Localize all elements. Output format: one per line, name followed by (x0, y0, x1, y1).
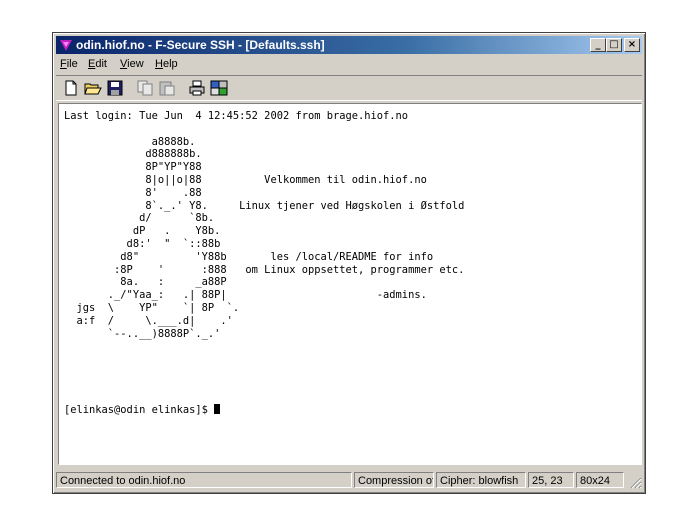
copy-icon (137, 80, 153, 96)
menu-bar: File Edit View Help (56, 55, 642, 73)
new-button[interactable] (62, 79, 80, 97)
terminal-line: d/ `8b. (64, 212, 215, 225)
open-button[interactable] (84, 79, 102, 97)
terminal-line: 8|o||o|88 Velkommen til odin.hiof.no (64, 173, 427, 186)
maximize-icon: □ (609, 39, 619, 50)
paste-icon (159, 81, 175, 96)
terminal-line: 8a. : _a88P (64, 276, 227, 289)
terminal-line: dP . Y8b. (64, 225, 221, 238)
fsecure-app-icon[interactable] (59, 38, 73, 52)
menu-edit[interactable]: Edit (88, 55, 107, 73)
close-button[interactable]: × (624, 38, 640, 52)
new-icon (65, 80, 77, 96)
terminal-line: a:f / \.___.d| .' (64, 314, 233, 327)
paste-button[interactable] (158, 79, 176, 97)
terminal-line: d8:' " `::88b (64, 237, 221, 250)
title-bar[interactable]: odin.hiof.no - F-Secure SSH - [Defaults.… (56, 36, 642, 54)
shell-prompt: [elinkas@odin elinkas]$ (64, 404, 215, 417)
prompt-line[interactable]: [elinkas@odin elinkas]$ (64, 404, 464, 417)
ssh-window: odin.hiof.no - F-Secure SSH - [Defaults.… (52, 32, 646, 494)
terminal-line: Last login: Tue Jun 4 12:45:52 2002 from… (64, 110, 409, 122)
toolbar (56, 75, 642, 101)
minimize-icon: _ (595, 39, 601, 50)
terminal-line: jgs \ YP" `| 8P `. (64, 301, 240, 314)
terminal-line: 8`._.' Y8. Linux tjener ved Høgskolen i … (64, 199, 465, 212)
save-icon (107, 80, 123, 96)
print-button[interactable] (188, 79, 206, 97)
status-cursor-position: 25, 23 (528, 472, 574, 488)
settings-icon (210, 80, 228, 96)
terminal-line: d8" 'Y88b les /local/README for info (64, 250, 434, 263)
status-cipher: Cipher: blowfish (436, 472, 526, 488)
close-icon: × (627, 39, 637, 50)
print-icon (189, 80, 205, 96)
terminal-line: `--..__)8888P`._.' (64, 327, 221, 340)
menu-file[interactable]: File (60, 55, 78, 73)
status-bar: Connected to odin.hiof.no Compression of… (56, 471, 642, 489)
status-compression: Compression off (354, 472, 434, 488)
copy-button[interactable] (136, 79, 154, 97)
window-title: odin.hiof.no - F-Secure SSH - [Defaults.… (76, 38, 325, 52)
menu-view[interactable]: View (120, 55, 144, 73)
menu-help[interactable]: Help (155, 55, 178, 73)
terminal-screen[interactable]: Last login: Tue Jun 4 12:45:52 2002 from… (58, 103, 642, 465)
terminal-line: a8888b. (64, 135, 196, 148)
terminal-line: :8P ' :888 om Linux oppsettet, programme… (64, 263, 465, 276)
resize-grip-icon[interactable] (628, 475, 642, 489)
open-folder-icon (84, 83, 102, 95)
status-terminal-size: 80x24 (576, 472, 624, 488)
save-button[interactable] (106, 79, 124, 97)
status-connection: Connected to odin.hiof.no (56, 472, 352, 488)
text-cursor (214, 404, 221, 415)
minimize-button[interactable]: _ (590, 38, 606, 52)
maximize-button[interactable]: □ (606, 38, 622, 52)
terminal-line: d888888b. (64, 148, 202, 161)
settings-button[interactable] (210, 79, 228, 97)
terminal-line: 8P"YP"Y88 (64, 161, 202, 174)
terminal-line: 8' .88 (64, 186, 202, 199)
terminal-line: ._/"Yaa_: .| 88P| -admins. (64, 289, 427, 302)
terminal-output: Last login: Tue Jun 4 12:45:52 2002 from… (64, 110, 464, 417)
